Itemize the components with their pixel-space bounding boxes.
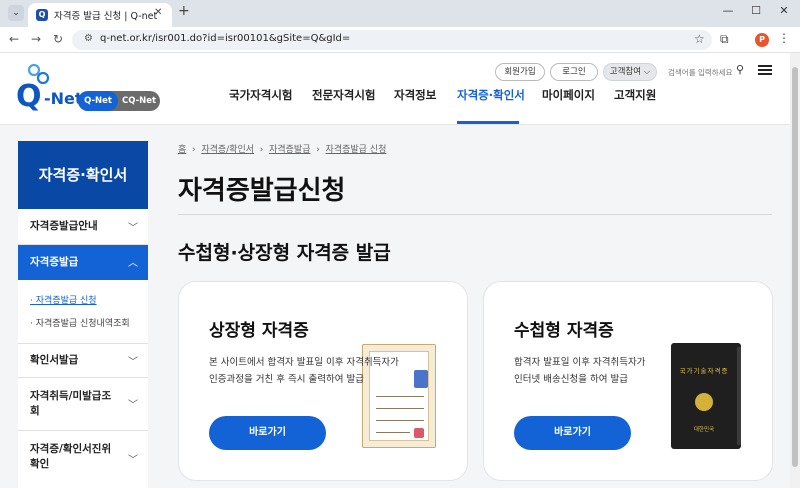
tab-close-icon[interactable]: ✕ [154, 7, 162, 18]
booklet-title: 국가기술자격증 [679, 367, 729, 375]
go-paper-certificate-button[interactable]: 바로가기 [209, 416, 326, 450]
sidebar-item-label: 자격증/확인서진위확인 [30, 443, 112, 470]
chevron-down-icon: ﹀ [128, 455, 138, 466]
logo-q: Q [16, 79, 42, 114]
sidebar-item-issue[interactable]: 자격증발급 ︿ [18, 245, 148, 280]
search-icon[interactable]: ⚲ [736, 63, 744, 76]
card-certificate-booklet: 수첩형 자격증 합격자 발표일 이후 자격취득자가 인터넷 배송신청을 하여 발… [483, 281, 773, 481]
chevron-down-icon: ﹀ [128, 357, 138, 368]
card-description: 본 사이트에서 합격자 발표일 이후 자격취득자가 인증과정을 거친 후 즉시 … [209, 357, 399, 385]
url-text[interactable]: q-net.or.kr/isr001.do?id=isr00101&gSite=… [100, 33, 350, 44]
active-nav-underline [457, 121, 519, 124]
sidebar-sub-issue-history[interactable]: · 자격증발급 신청내역조회 [30, 316, 130, 329]
chevron-up-icon: ︿ [128, 258, 138, 269]
nav-customer-support[interactable]: 고객지원 [614, 87, 656, 103]
back-icon[interactable]: ← [6, 32, 22, 46]
nav-qualification-info[interactable]: 자격정보 [394, 87, 436, 103]
go-booklet-certificate-button[interactable]: 바로가기 [514, 416, 631, 450]
sidebar-item-label: 확인서발급 [30, 354, 79, 366]
page-scrollbar[interactable] [790, 53, 800, 488]
search-placeholder[interactable]: 검색어를 입력하세요 [668, 67, 732, 78]
reload-icon[interactable]: ↻ [50, 32, 66, 46]
sidebar-title: 자격증·확인서 [18, 141, 148, 209]
browser-toolbar: ← → ↻ ⚙ q-net.or.kr/isr001.do?id=isr0010… [0, 27, 800, 53]
site-switch: Q-Net CQ-Net [78, 91, 160, 111]
breadcrumb: 홈 › 자격증/확인서 › 자격증발급 › 자격증발급 신청 [178, 145, 387, 155]
browser-menu-icon[interactable]: ⋮ [778, 31, 790, 45]
card-title: 상장형 자격증 [209, 321, 309, 341]
breadcrumb-issue-apply[interactable]: 자격증발급 신청 [326, 145, 387, 155]
page-title: 자격증발급신청 [178, 176, 346, 206]
sidebar-item-label: 자격증발급안내 [30, 220, 98, 232]
card-certificate-paper: 상장형 자격증 본 사이트에서 합격자 발표일 이후 자격취득자가 인증과정을 … [178, 281, 468, 481]
nav-certificate[interactable]: 자격증·확인서 [457, 87, 525, 103]
browser-tabbar: ⌄ Q 자격증 발급 신청 | Q-net ✕ + — ☐ ✕ [0, 0, 800, 27]
nav-mypage[interactable]: 마이페이지 [542, 87, 595, 103]
hamburger-menu-icon[interactable] [758, 65, 772, 75]
new-tab-icon[interactable]: + [178, 3, 190, 19]
title-divider [178, 214, 772, 215]
stamp-icon [414, 428, 424, 438]
sidebar-item-authenticity[interactable]: 자격증/확인서진위확인 ﹀ [18, 431, 148, 488]
booklet-country: 대한민국 [693, 427, 715, 433]
login-button[interactable]: 로그인 [550, 63, 598, 81]
photo-icon [414, 370, 428, 388]
booklet-certificate-illustration: 국가기술자격증 대한민국 [671, 343, 741, 449]
card-title: 수첩형 자격증 [514, 321, 614, 341]
sidebar-item-acquisition-lookup[interactable]: 자격취득/미발급조회 ﹀ [18, 378, 148, 431]
maximize-icon[interactable]: ☐ [746, 4, 766, 17]
national-emblem-icon [695, 393, 713, 411]
browser-tab[interactable]: Q 자격증 발급 신청 | Q-net ✕ [28, 3, 172, 27]
qnet-favicon-icon: Q [36, 9, 48, 21]
card-description: 합격자 발표일 이후 자격취득자가 인터넷 배송신청을 하여 발급 [514, 357, 646, 385]
section-title: 수첩형·상장형 자격증 발급 [178, 242, 391, 264]
logo-net: -Net [44, 89, 83, 108]
close-window-icon[interactable]: ✕ [774, 4, 794, 17]
profile-avatar[interactable]: P [755, 33, 769, 47]
qnet-logo[interactable]: Q -Net Q-Net CQ-Net [16, 63, 166, 114]
sidebar-item-label: 자격취득/미발급조회 [30, 390, 112, 417]
site-header: Q -Net Q-Net CQ-Net 회원가입 로그인 고객참여 ⌵ 검색어를… [0, 53, 790, 125]
sidebar: 자격증·확인서 자격증발급안내 ﹀ 자격증발급 ︿ · 자격증발급 신청 · 자… [18, 141, 148, 488]
scrollbar-thumb[interactable] [792, 67, 798, 467]
chevron-down-icon: ﹀ [128, 223, 138, 234]
chevron-down-icon: ﹀ [128, 400, 138, 411]
nav-national-exam[interactable]: 국가자격시험 [229, 87, 292, 103]
tab-title: 자격증 발급 신청 | Q-net [54, 11, 158, 22]
sidebar-sub-issue-apply[interactable]: · 자격증발급 신청 [30, 293, 97, 306]
qnet-switch[interactable]: Q-Net [78, 91, 118, 111]
sidebar-item-confirmation[interactable]: 확인서발급 ﹀ [18, 343, 148, 378]
breadcrumb-issue[interactable]: 자격증발급 [269, 145, 310, 155]
cqnet-switch[interactable]: CQ-Net [118, 91, 160, 111]
minimize-icon[interactable]: — [718, 4, 738, 17]
customer-participation-button[interactable]: 고객참여 ⌵ [603, 63, 657, 81]
join-button[interactable]: 회원가입 [495, 63, 545, 81]
nav-professional-exam[interactable]: 전문자격시험 [312, 87, 375, 103]
tab-list-dropdown-icon[interactable]: ⌄ [8, 5, 24, 21]
forward-icon[interactable]: → [28, 32, 44, 46]
bookmark-star-icon[interactable]: ☆ [694, 32, 705, 46]
site-info-icon[interactable]: ⚙ [84, 33, 93, 44]
sidebar-item-label: 자격증발급 [30, 256, 79, 268]
breadcrumb-certificate[interactable]: 자격증/확인서 [201, 145, 254, 155]
sidebar-item-issue-guide[interactable]: 자격증발급안내 ﹀ [18, 209, 148, 245]
breadcrumb-home[interactable]: 홈 [178, 145, 186, 155]
address-bar[interactable]: ⚙ q-net.or.kr/isr001.do?id=isr00101&gSit… [72, 30, 712, 50]
extensions-icon[interactable]: ⧉ [720, 32, 729, 47]
